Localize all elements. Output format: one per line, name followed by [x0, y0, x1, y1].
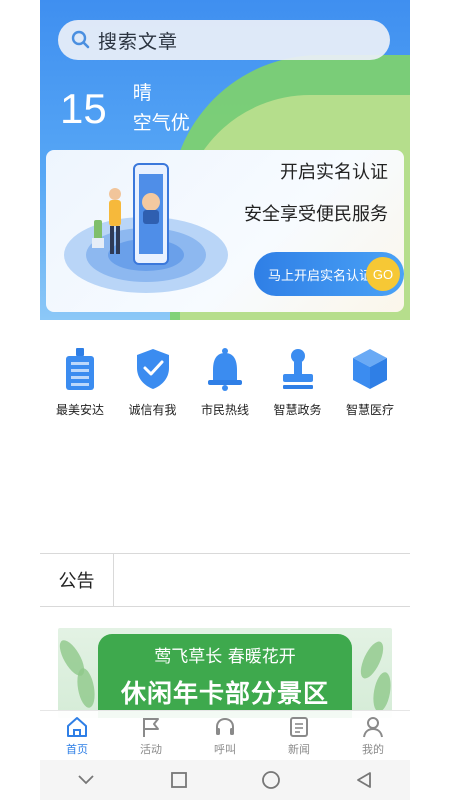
- temperature: 15: [60, 85, 107, 132]
- news-icon: [289, 715, 309, 739]
- verify-subtitle: 安全享受便民服务: [244, 204, 388, 225]
- menu-label: 智慧政务: [273, 403, 322, 417]
- tab-label: 活动: [140, 742, 162, 756]
- headset-icon: [214, 715, 236, 739]
- bell-icon: [203, 345, 247, 393]
- start-verification-button[interactable]: 马上开启实名认证 GO: [254, 252, 404, 296]
- menu-label: 智慧医疗: [345, 403, 394, 417]
- menu-item-government[interactable]: 智慧政务: [262, 345, 334, 418]
- quick-menu: 最美安达 诚信有我 市民热线 智慧政务 智慧医疗: [40, 345, 410, 418]
- tab-call[interactable]: 呼叫: [188, 711, 262, 760]
- menu-label: 诚信有我: [128, 403, 177, 417]
- building-icon: [58, 345, 102, 393]
- menu-item-hotline[interactable]: 市民热线: [189, 345, 261, 418]
- air-quality: 空气优: [132, 112, 190, 134]
- tab-label: 新闻: [288, 742, 310, 756]
- recents-square-icon[interactable]: [164, 765, 194, 795]
- menu-label: 市民热线: [200, 403, 249, 417]
- header-area: 搜索文章 15 晴 空气优 开启实名认证 安全享受便民服务 马上开启实名认证 G…: [40, 0, 410, 320]
- tab-news[interactable]: 新闻: [262, 711, 336, 760]
- banner-title: 休闲年卡部分景区: [120, 679, 329, 708]
- notice-bar[interactable]: 公告: [40, 553, 410, 607]
- search-placeholder: 搜索文章: [98, 30, 179, 53]
- stamp-icon: [276, 345, 320, 393]
- start-verification-label: 马上开启实名认证: [268, 268, 373, 284]
- bottom-tabbar: 首页 活动 呼叫 新闻 我的: [40, 710, 410, 760]
- verification-illustration: [64, 163, 228, 293]
- shield-check-icon: [131, 345, 175, 393]
- notice-content[interactable]: [114, 554, 410, 606]
- weather-widget: 15 晴 空气优: [60, 78, 190, 138]
- app-screen: 搜索文章 15 晴 空气优 开启实名认证 安全享受便民服务 马上开启实名认证 G…: [40, 0, 410, 800]
- menu-item-zuimei-anda[interactable]: 最美安达: [44, 345, 116, 418]
- back-triangle-icon[interactable]: [349, 765, 379, 795]
- menu-item-chengxin[interactable]: 诚信有我: [117, 345, 189, 418]
- promo-banner[interactable]: 莺飞草长 春暖花开 休闲年卡部分景区: [58, 628, 392, 718]
- home-icon: [65, 715, 89, 739]
- menu-item-medical[interactable]: 智慧医疗: [334, 345, 406, 418]
- home-circle-icon[interactable]: [256, 765, 286, 795]
- notice-label: 公告: [40, 554, 114, 606]
- verification-card[interactable]: 开启实名认证 安全享受便民服务 马上开启实名认证 GO: [46, 150, 404, 312]
- tab-label: 呼叫: [214, 742, 236, 756]
- cube-icon: [348, 345, 392, 393]
- go-badge: GO: [366, 257, 400, 291]
- flag-icon: [140, 715, 162, 739]
- tab-profile[interactable]: 我的: [336, 711, 410, 760]
- hide-keyboard-chevron-icon[interactable]: [71, 765, 101, 795]
- tab-home[interactable]: 首页: [40, 711, 114, 760]
- search-icon: [64, 30, 98, 50]
- search-input[interactable]: 搜索文章: [58, 20, 390, 60]
- verify-title: 开启实名认证: [280, 162, 388, 183]
- user-icon: [362, 715, 384, 739]
- tab-label: 首页: [66, 742, 88, 756]
- banner-subtitle: 莺飞草长 春暖花开: [154, 647, 296, 667]
- system-navigation-bar: [40, 760, 410, 800]
- tab-activity[interactable]: 活动: [114, 711, 188, 760]
- leaf-decor: [74, 666, 98, 710]
- tab-label: 我的: [362, 742, 384, 756]
- menu-label: 最美安达: [55, 403, 104, 417]
- leaf-decor: [370, 670, 392, 714]
- weather-condition: 晴: [132, 82, 152, 104]
